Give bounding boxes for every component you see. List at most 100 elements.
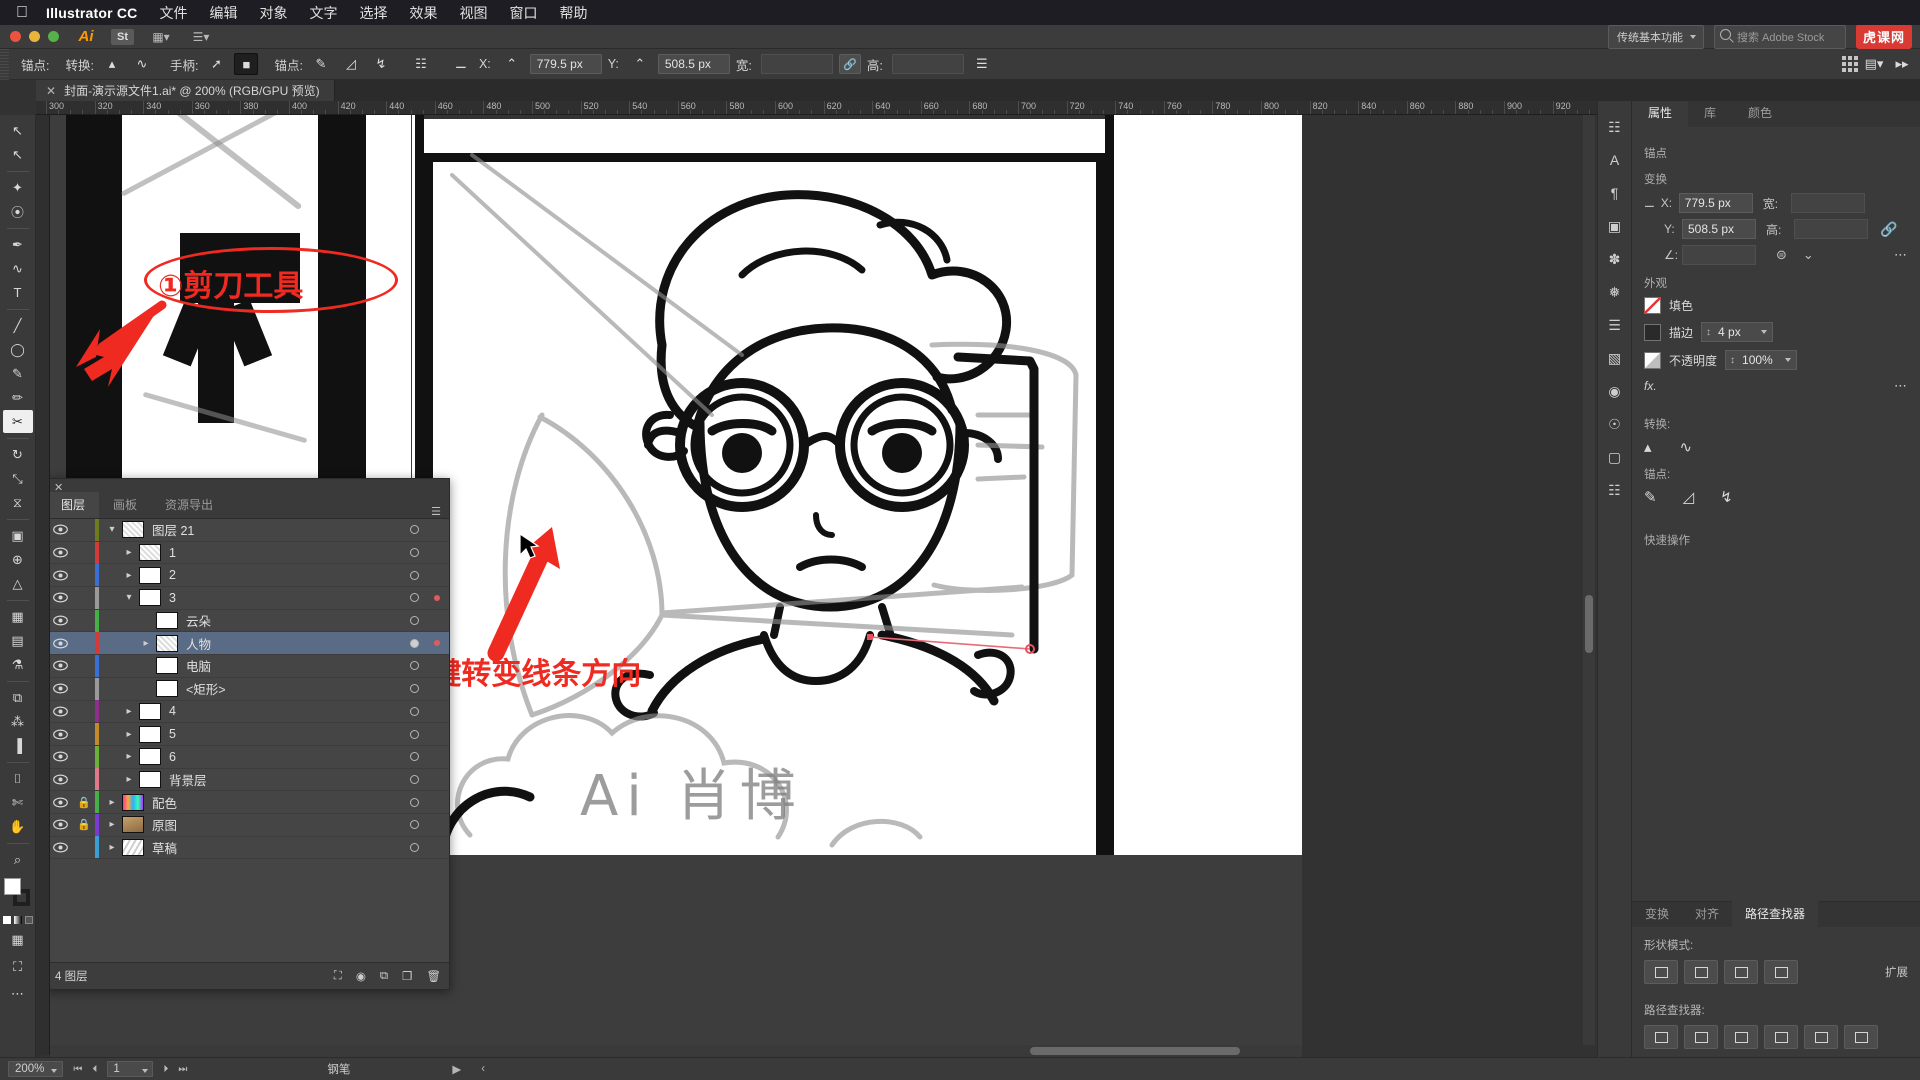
chevron-right-icon[interactable]: ▸ — [119, 729, 139, 740]
eyedropper-tool[interactable]: ⚗ — [3, 653, 33, 676]
play-icon[interactable]: ▶ — [452, 1062, 461, 1076]
zoom-tool[interactable]: ⌕ — [3, 848, 33, 871]
angle-field[interactable] — [1682, 245, 1756, 265]
ellipse-tool[interactable]: ◯ — [3, 338, 33, 361]
target-indicator-icon[interactable] — [403, 684, 425, 694]
chevron-right-icon[interactable]: ▸ — [119, 751, 139, 762]
horizontal-scroll-thumb[interactable] — [1030, 1047, 1240, 1055]
remove-anchor-icon[interactable]: ✎ — [309, 53, 333, 75]
menu-item-edit[interactable]: 编辑 — [209, 3, 237, 23]
menu-item-file[interactable]: 文件 — [159, 3, 187, 23]
layer-name-label[interactable]: 6 — [169, 750, 403, 764]
menu-item-effect[interactable]: 效果 — [409, 3, 437, 23]
direct-selection-tool[interactable]: ↖ — [3, 143, 33, 166]
canvas-horizontal-scrollbar[interactable] — [50, 1045, 1302, 1057]
control-bar-overflow-icon[interactable]: ▸▸ — [1890, 53, 1914, 75]
shape-builder-tool[interactable]: ⊕ — [3, 548, 33, 571]
show-handles-icon[interactable]: ➚ — [204, 53, 228, 75]
menu-item-type[interactable]: 文字 — [309, 3, 337, 23]
target-indicator-icon[interactable] — [403, 593, 425, 603]
visibility-toggle-icon[interactable] — [47, 547, 73, 558]
chevron-right-icon[interactable]: ▸ — [136, 638, 156, 649]
target-indicator-icon[interactable] — [403, 525, 425, 535]
chevron-right-icon[interactable]: ▸ — [119, 706, 139, 717]
target-indicator-icon[interactable] — [403, 706, 425, 716]
connect-anchors-icon[interactable]: ◿ — [1683, 488, 1695, 506]
cut-path-icon[interactable]: ↯ — [1720, 488, 1733, 506]
y-dropdown-icon[interactable]: ⌃ — [628, 53, 652, 75]
maximize-window-button[interactable] — [48, 31, 59, 42]
layer-name-label[interactable]: 背景层 — [169, 770, 403, 789]
paragraph-icon[interactable]: ¶ — [1602, 181, 1628, 205]
layer-row[interactable]: ▸ 2 — [47, 564, 449, 588]
close-icon[interactable]: ✕ — [46, 84, 56, 98]
tab-pathfinder[interactable]: 路径查找器 — [1732, 901, 1819, 927]
layer-name-label[interactable]: 配色 — [152, 793, 403, 812]
layer-row[interactable]: 电脑 — [47, 654, 449, 678]
close-window-button[interactable] — [10, 31, 21, 42]
prev-page-icon[interactable]: ⏴ — [92, 1064, 97, 1075]
target-indicator-icon[interactable] — [403, 570, 425, 580]
status-overflow-icon[interactable]: ‹ — [481, 1063, 485, 1075]
unite-icon[interactable] — [1644, 960, 1678, 984]
arrange-documents-icon[interactable]: ▦▾ — [148, 28, 174, 46]
create-new-layer-icon[interactable]: ❐ — [402, 969, 412, 983]
layers-list[interactable]: ▾ 图层 21 ▸ 1 ▸ 2 ▾ 3 云朵 ▸ 人物 电脑 <矩形> ▸ 4 ▸ 5 ▸ 6 ▸ 背景层 🔒 ▸ 配色 🔒 ▸ 原… — [47, 519, 449, 962]
width-tool[interactable]: ⧖ — [3, 491, 33, 514]
visibility-toggle-icon[interactable] — [47, 797, 73, 808]
fill-color-swatch[interactable] — [3, 878, 21, 895]
selection-tool[interactable]: ↖ — [3, 119, 33, 142]
tab-asset-export[interactable]: 资源导出 — [151, 492, 227, 518]
line-segment-tool[interactable]: ╱ — [3, 314, 33, 337]
target-indicator-icon[interactable] — [403, 797, 425, 807]
layer-name-label[interactable]: 1 — [169, 546, 403, 560]
visibility-toggle-icon[interactable] — [47, 706, 73, 717]
minus-front-icon[interactable] — [1684, 960, 1718, 984]
convert-to-corner-icon[interactable]: ▴ — [1644, 438, 1652, 456]
slice-tool[interactable]: ✄ — [3, 791, 33, 814]
cut-path-icon[interactable]: ↯ — [369, 53, 393, 75]
connect-anchors-icon[interactable]: ◿ — [339, 53, 363, 75]
tab-align[interactable]: 对齐 — [1682, 901, 1732, 927]
fill-swatch[interactable] — [1644, 297, 1661, 314]
chevron-right-icon[interactable]: ▸ — [119, 547, 139, 558]
convert-to-smooth-icon[interactable]: ∿ — [1680, 438, 1693, 456]
target-indicator-icon[interactable] — [403, 661, 425, 671]
layer-row[interactable]: ▸ 5 — [47, 723, 449, 746]
curvature-tool[interactable]: ∿ — [3, 257, 33, 280]
layer-row[interactable]: ▾ 图层 21 — [47, 519, 449, 542]
pen-tool[interactable]: ✒ — [3, 233, 33, 256]
menu-item-object[interactable]: 对象 — [259, 3, 287, 23]
flip-horizontal-icon[interactable]: ⊜ — [1776, 247, 1787, 263]
transform-more-options-icon[interactable]: ⋯ — [1894, 247, 1908, 263]
next-page-icon[interactable]: ⏵ — [163, 1064, 168, 1075]
layer-row[interactable]: ▾ 3 — [47, 586, 449, 610]
menu-item-window[interactable]: 窗口 — [509, 3, 537, 23]
target-indicator-icon[interactable] — [403, 616, 425, 626]
stroke-weight-field[interactable]: 4 px — [1701, 322, 1774, 342]
document-tab[interactable]: ✕ 封面-演示源文件1.ai* @ 200% (RGB/GPU 预览) — [36, 80, 335, 101]
opacity-field[interactable]: 100% — [1725, 350, 1798, 370]
paintbrush-tool[interactable]: ✎ — [3, 362, 33, 385]
target-indicator-icon[interactable] — [403, 638, 425, 648]
width-field[interactable] — [1790, 193, 1865, 213]
height-field[interactable] — [1794, 219, 1868, 239]
free-transform-tool[interactable]: ▣ — [3, 524, 33, 547]
layer-row[interactable]: ▸ 6 — [47, 745, 449, 769]
tab-layers[interactable]: 图层 — [47, 492, 100, 518]
target-indicator-icon[interactable] — [403, 548, 425, 558]
layer-name-label[interactable]: 2 — [169, 568, 403, 582]
visibility-toggle-icon[interactable] — [47, 819, 73, 830]
target-indicator-icon[interactable] — [403, 774, 425, 784]
chevron-down-icon[interactable]: ▾ — [102, 524, 122, 535]
delete-selection-icon[interactable]: 🗑 — [426, 969, 441, 983]
minus-back-icon[interactable] — [1844, 1025, 1878, 1049]
height-field[interactable] — [891, 54, 964, 74]
layer-name-label[interactable]: 5 — [169, 727, 403, 741]
menu-item-select[interactable]: 选择 — [359, 3, 387, 23]
chevron-right-icon[interactable]: ▸ — [102, 842, 122, 853]
menu-item-help[interactable]: 帮助 — [559, 3, 587, 23]
layer-row[interactable]: ▸ 草稿 — [47, 836, 449, 860]
hand-tool[interactable]: ✋ — [3, 815, 33, 838]
menu-item-view[interactable]: 视图 — [459, 3, 487, 23]
